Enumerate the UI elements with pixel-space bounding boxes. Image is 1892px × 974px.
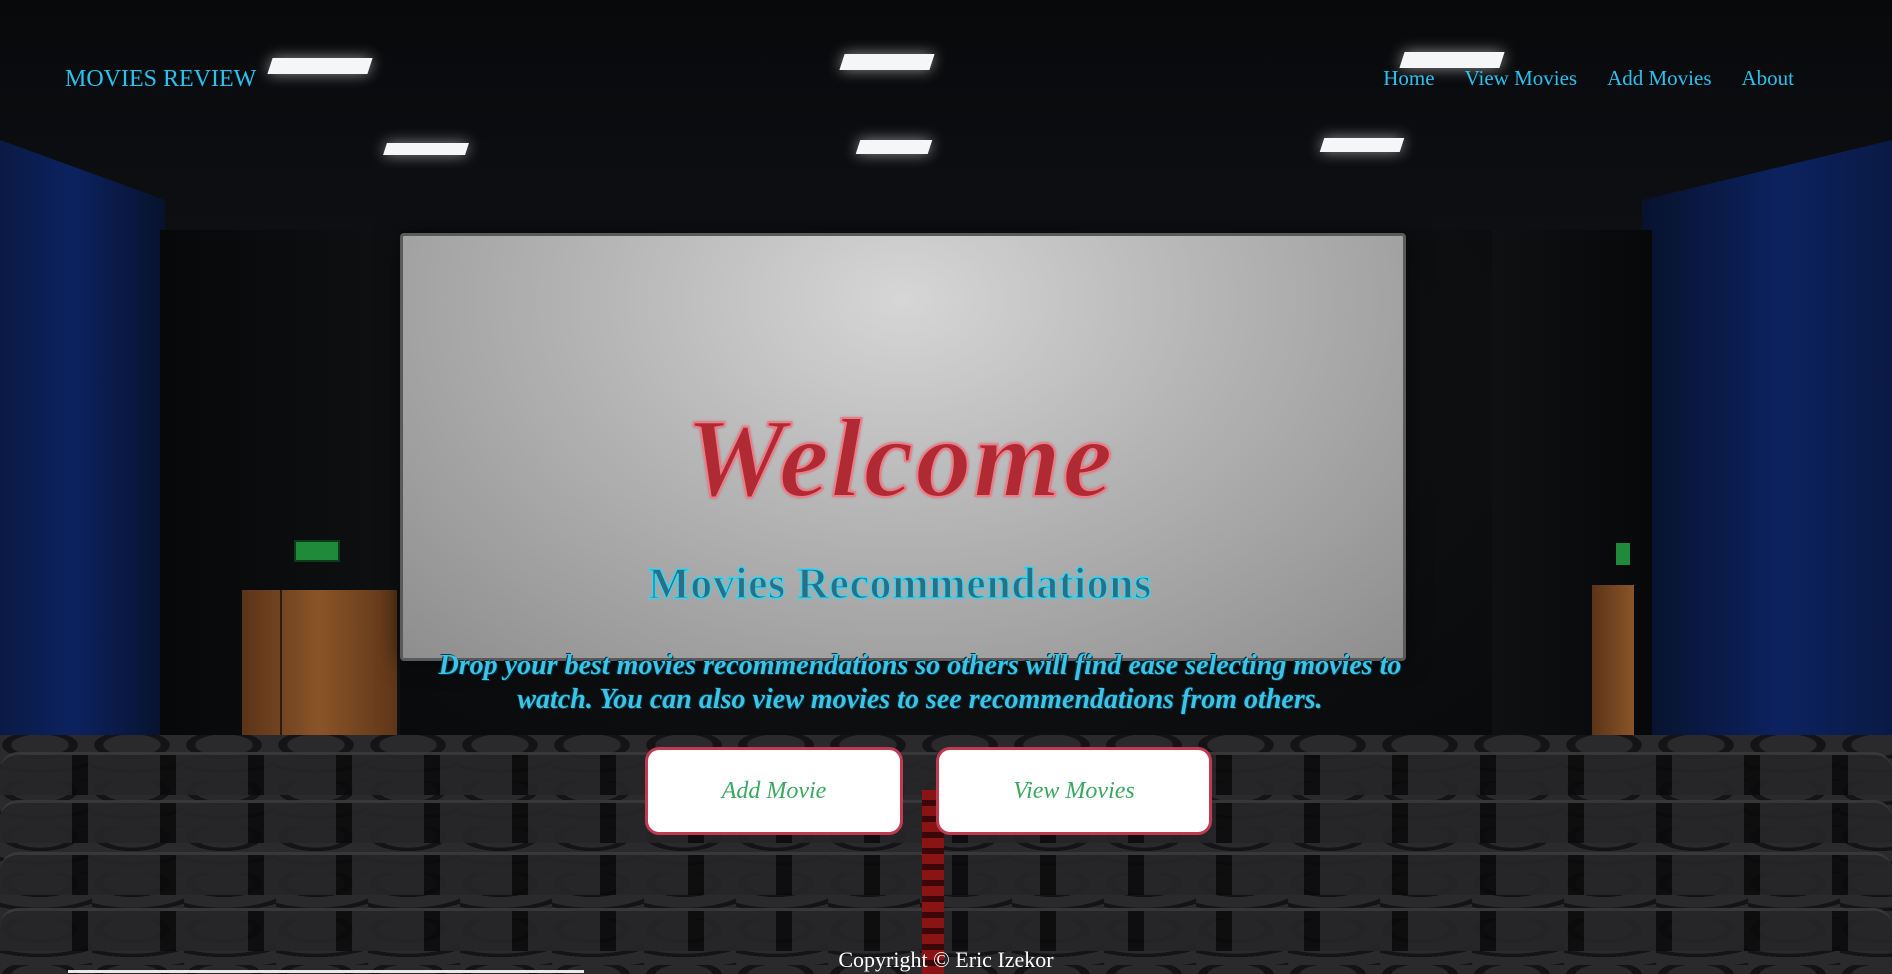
ceiling-light [383,143,469,155]
add-movie-button-label: Add Movie [721,777,827,804]
seat-row [0,852,1892,895]
main-nav: Home View Movies Add Movies About [1383,66,1794,91]
hero-description: Drop your best movies recommendations so… [438,650,1402,715]
footer-divider [68,970,584,973]
exit-sign-icon [294,540,340,562]
ceiling-light [1319,138,1405,152]
cinema-ceiling [0,0,1892,230]
nav-home[interactable]: Home [1383,66,1434,91]
add-movie-button[interactable]: Add Movie [645,747,903,835]
nav-add-movies[interactable]: Add Movies [1607,66,1711,91]
page-subtitle: Movies Recommendations [648,558,1153,609]
ceiling-light [267,58,373,74]
ceiling-light [855,140,933,154]
welcome-heading: Welcome [685,396,1115,522]
ceiling-light [839,54,935,70]
nav-about[interactable]: About [1742,66,1795,91]
nav-view-movies[interactable]: View Movies [1465,66,1577,91]
exit-sign-icon [1616,543,1630,565]
seat-row [0,908,1892,951]
view-movies-button[interactable]: View Movies [936,747,1212,835]
brand-link[interactable]: MOVIES REVIEW [65,66,256,93]
curtain-right [1642,140,1892,740]
view-movies-button-label: View Movies [1013,777,1135,804]
curtain-left [0,140,165,740]
page: MOVIES REVIEW Home View Movies Add Movie… [0,0,1892,974]
